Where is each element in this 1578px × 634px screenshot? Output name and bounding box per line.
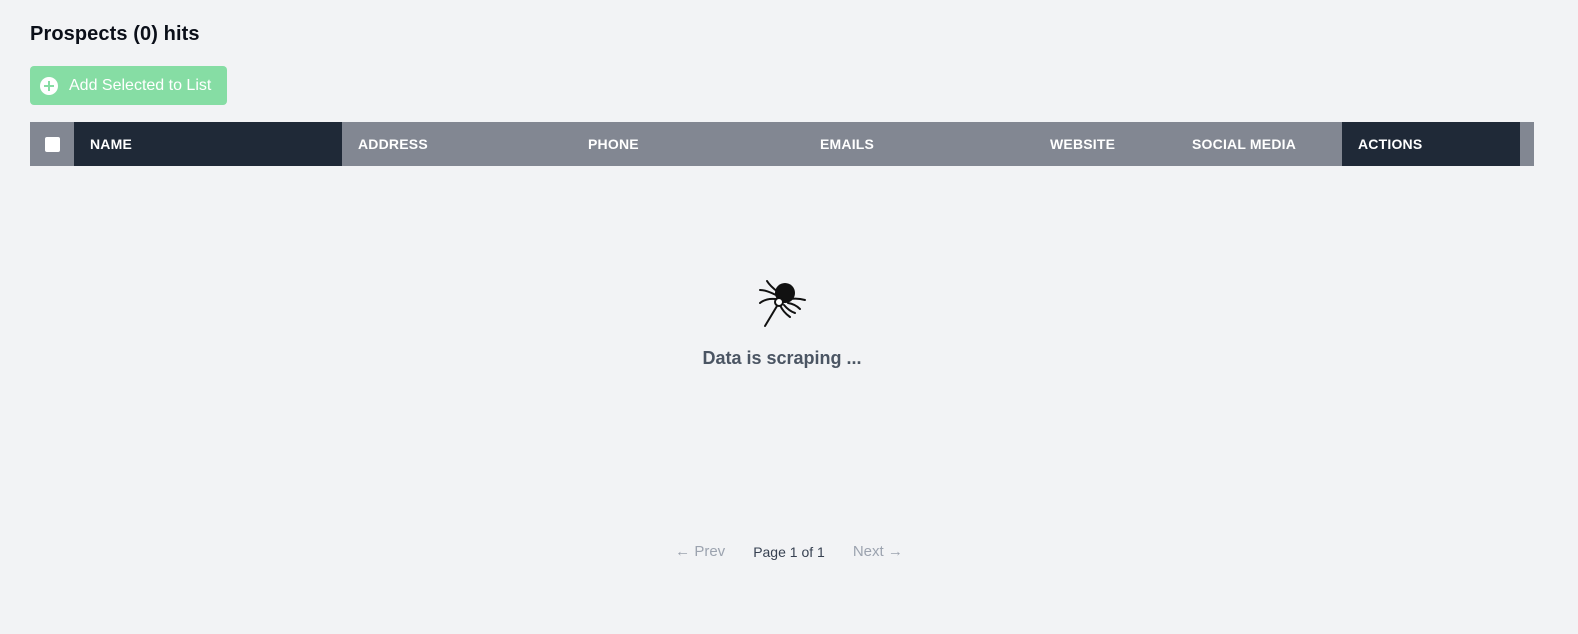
select-all-cell — [30, 122, 74, 166]
next-page-button[interactable]: Next → — [853, 543, 903, 560]
empty-state: Data is scraping ... — [30, 166, 1534, 369]
add-selected-to-list-button[interactable]: Add Selected to List — [30, 66, 227, 105]
table-header: NAME ADDRESS PHONE EMAILS WEBSITE SOCIAL… — [30, 122, 1534, 166]
table-body: Data is scraping ... — [30, 166, 1534, 522]
spider-icon — [759, 280, 806, 327]
column-header-name[interactable]: NAME — [74, 122, 342, 166]
page-info: Page 1 of 1 — [753, 543, 825, 560]
add-selected-to-list-label: Add Selected to List — [69, 76, 212, 94]
pagination: ← Prev Page 1 of 1 Next → — [0, 543, 1578, 560]
plus-circle-icon — [40, 76, 58, 95]
column-header-phone[interactable]: PHONE — [574, 122, 806, 166]
empty-state-message: Data is scraping ... — [702, 348, 862, 368]
column-header-address[interactable]: ADDRESS — [342, 122, 574, 166]
page-title: Prospects (0) hits — [30, 23, 200, 45]
column-header-actions: ACTIONS — [1342, 122, 1520, 166]
prospects-page: Prospects (0) hits Add Selected to List … — [0, 0, 1578, 634]
column-header-emails[interactable]: EMAILS — [806, 122, 1036, 166]
column-header-website[interactable]: WEBSITE — [1036, 122, 1178, 166]
prev-page-button[interactable]: ← Prev — [675, 543, 725, 560]
column-header-social-media[interactable]: SOCIAL MEDIA — [1178, 122, 1342, 166]
select-all-checkbox[interactable] — [44, 136, 60, 152]
